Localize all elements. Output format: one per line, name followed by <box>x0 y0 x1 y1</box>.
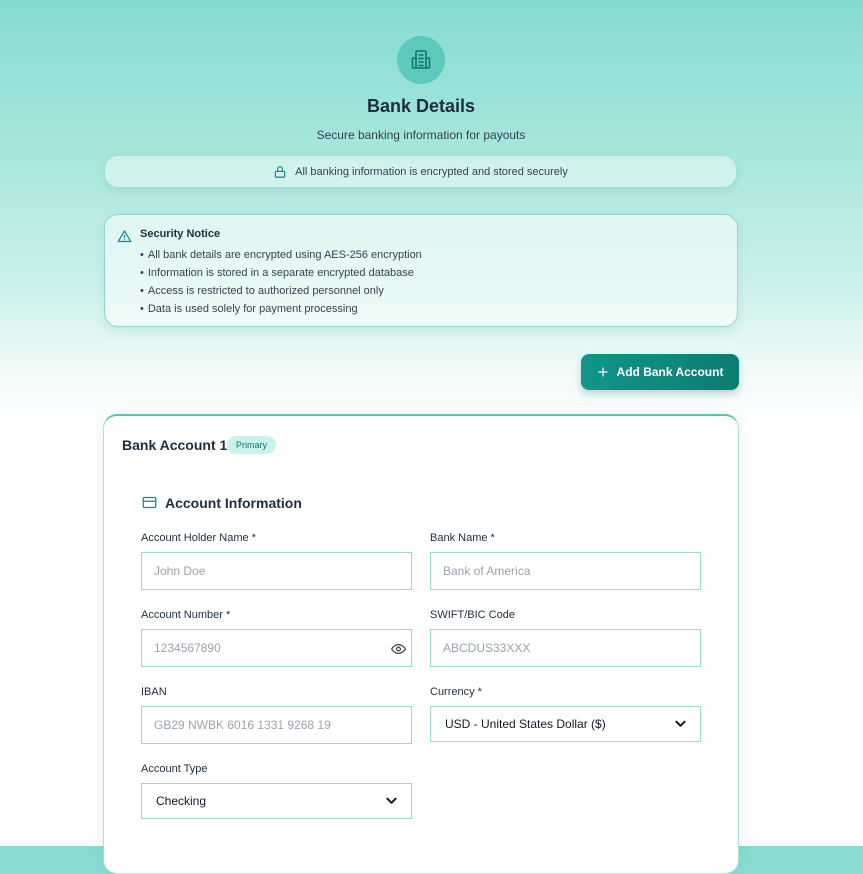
credit-card-icon <box>142 496 157 509</box>
security-notice: Security Notice All bank details are enc… <box>104 214 738 327</box>
encryption-banner-text: All banking information is encrypted and… <box>295 165 568 178</box>
currency-select[interactable]: USD - United States Dollar ($) <box>430 706 701 742</box>
warning-triangle-icon <box>117 229 132 244</box>
account-type-selected-value: Checking <box>156 794 207 808</box>
lock-icon <box>273 165 287 179</box>
swift-label: SWIFT/BIC Code <box>430 609 515 621</box>
iban-label: IBAN <box>141 686 167 698</box>
account-type-select[interactable]: Checking <box>141 783 412 819</box>
currency-label: Currency * <box>430 686 482 698</box>
account-number-input[interactable] <box>141 629 412 667</box>
list-item: Access is restricted to authorized perso… <box>140 282 422 300</box>
plus-icon <box>597 366 609 378</box>
currency-selected-value: USD - United States Dollar ($) <box>445 717 606 731</box>
add-bank-account-button[interactable]: Add Bank Account <box>581 354 739 390</box>
building-icon <box>397 36 445 84</box>
holder-name-label: Account Holder Name * <box>141 532 256 544</box>
swift-input[interactable] <box>430 629 701 667</box>
encryption-banner: All banking information is encrypted and… <box>104 155 737 188</box>
account-type-label: Account Type <box>141 763 208 775</box>
list-item: Data is used solely for payment processi… <box>140 300 422 318</box>
add-bank-account-label: Add Bank Account <box>616 365 724 379</box>
account-title: Bank Account 1 <box>122 437 228 453</box>
bank-account-card: Bank Account 1 Primary Account Informati… <box>103 414 739 874</box>
eye-icon[interactable] <box>391 643 406 655</box>
account-number-label: Account Number * <box>141 609 231 621</box>
list-item: All bank details are encrypted using AES… <box>140 246 422 264</box>
page-title: Bank Details <box>366 96 476 116</box>
bank-name-label: Bank Name * <box>430 532 495 544</box>
bank-name-input[interactable] <box>430 552 701 590</box>
primary-badge: Primary <box>227 436 276 454</box>
list-item: Information is stored in a separate encr… <box>140 264 422 282</box>
security-notice-list: All bank details are encrypted using AES… <box>140 246 422 318</box>
iban-input[interactable] <box>141 706 412 744</box>
section-title: Account Information <box>165 495 302 511</box>
page-subtitle: Secure banking information for payouts <box>316 128 526 142</box>
holder-name-input[interactable] <box>141 552 412 590</box>
chevron-down-icon <box>386 797 397 805</box>
chevron-down-icon <box>675 720 686 728</box>
security-notice-title: Security Notice <box>140 228 221 240</box>
